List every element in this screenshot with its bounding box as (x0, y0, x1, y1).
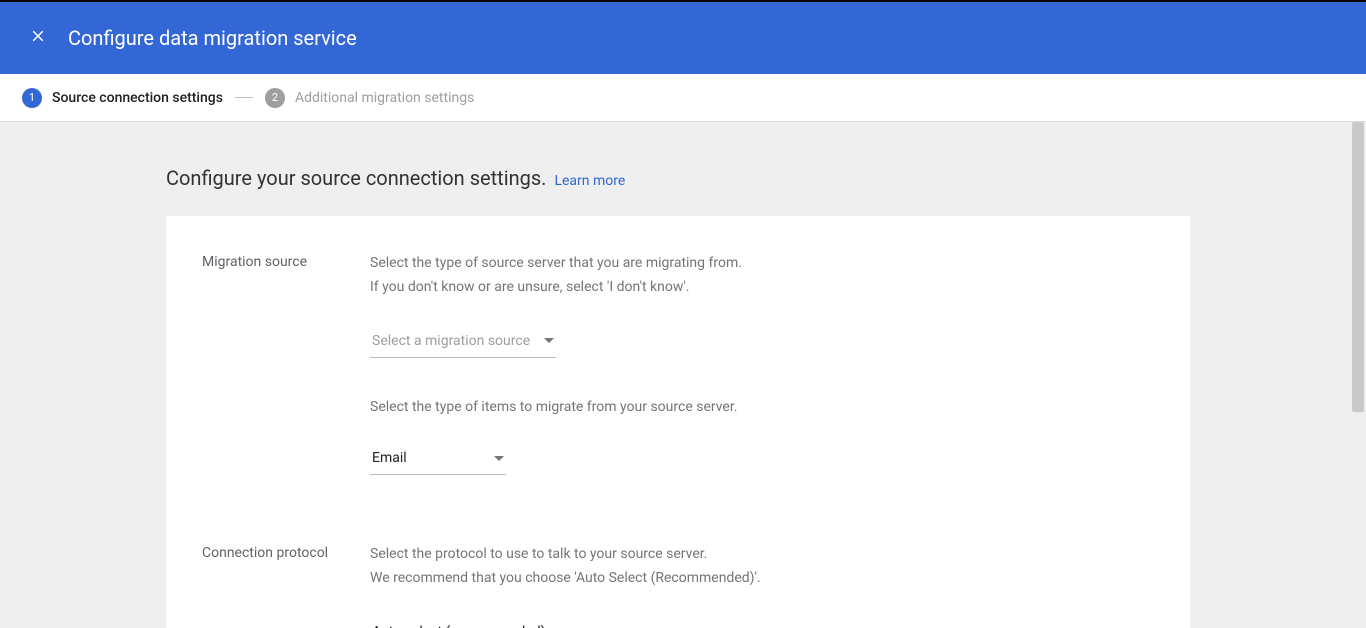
step-divider (235, 97, 253, 98)
migration-source-desc-line2: If you don't know or are unsure, select … (370, 279, 690, 295)
step-2[interactable]: 2 Additional migration settings (265, 88, 474, 108)
stepper: 1 Source connection settings 2 Additiona… (0, 74, 1366, 122)
migration-source-desc: Select the type of source server that yo… (370, 252, 1154, 300)
step-2-number: 2 (265, 88, 285, 108)
migration-items-select-text: Email (372, 450, 407, 466)
migration-items-select[interactable]: Email (370, 450, 506, 475)
content-area: Configure your source connection setting… (0, 122, 1366, 628)
step-2-label: Additional migration settings (295, 90, 474, 106)
migration-source-select[interactable]: Select a migration source (370, 333, 556, 358)
connection-protocol-select-text: Auto select (recommended) (372, 624, 545, 628)
scrollbar-track[interactable] (1350, 122, 1364, 628)
step-1-number: 1 (22, 88, 42, 108)
page-title: Configure data migration service (68, 26, 357, 50)
scrollbar-thumb[interactable] (1352, 122, 1364, 412)
connection-protocol-label: Connection protocol (202, 543, 370, 628)
header-bar: Configure data migration service (0, 2, 1366, 74)
connection-protocol-desc: Select the protocol to use to talk to yo… (370, 543, 1154, 591)
connection-protocol-desc-line2: We recommend that you choose 'Auto Selec… (370, 570, 761, 586)
connection-protocol-desc-line1: Select the protocol to use to talk to yo… (370, 546, 707, 562)
chevron-down-icon (494, 456, 504, 461)
close-button[interactable] (20, 20, 56, 56)
migration-items-desc: Select the type of items to migrate from… (370, 396, 1154, 420)
step-1[interactable]: 1 Source connection settings (22, 88, 223, 108)
chevron-down-icon (544, 338, 554, 343)
migration-source-desc-line1: Select the type of source server that yo… (370, 255, 742, 271)
migration-source-label: Migration source (202, 252, 370, 475)
learn-more-link[interactable]: Learn more (554, 173, 625, 189)
settings-card: Migration source Select the type of sour… (166, 216, 1190, 628)
migration-source-select-text: Select a migration source (372, 333, 530, 349)
section-header: Configure your source connection setting… (166, 166, 1366, 190)
row-migration-source: Migration source Select the type of sour… (202, 252, 1154, 475)
close-icon (29, 27, 47, 49)
step-1-label: Source connection settings (52, 90, 223, 106)
section-title: Configure your source connection setting… (166, 166, 546, 190)
connection-protocol-select[interactable]: Auto select (recommended) (370, 624, 584, 628)
row-connection-protocol: Connection protocol Select the protocol … (202, 543, 1154, 628)
